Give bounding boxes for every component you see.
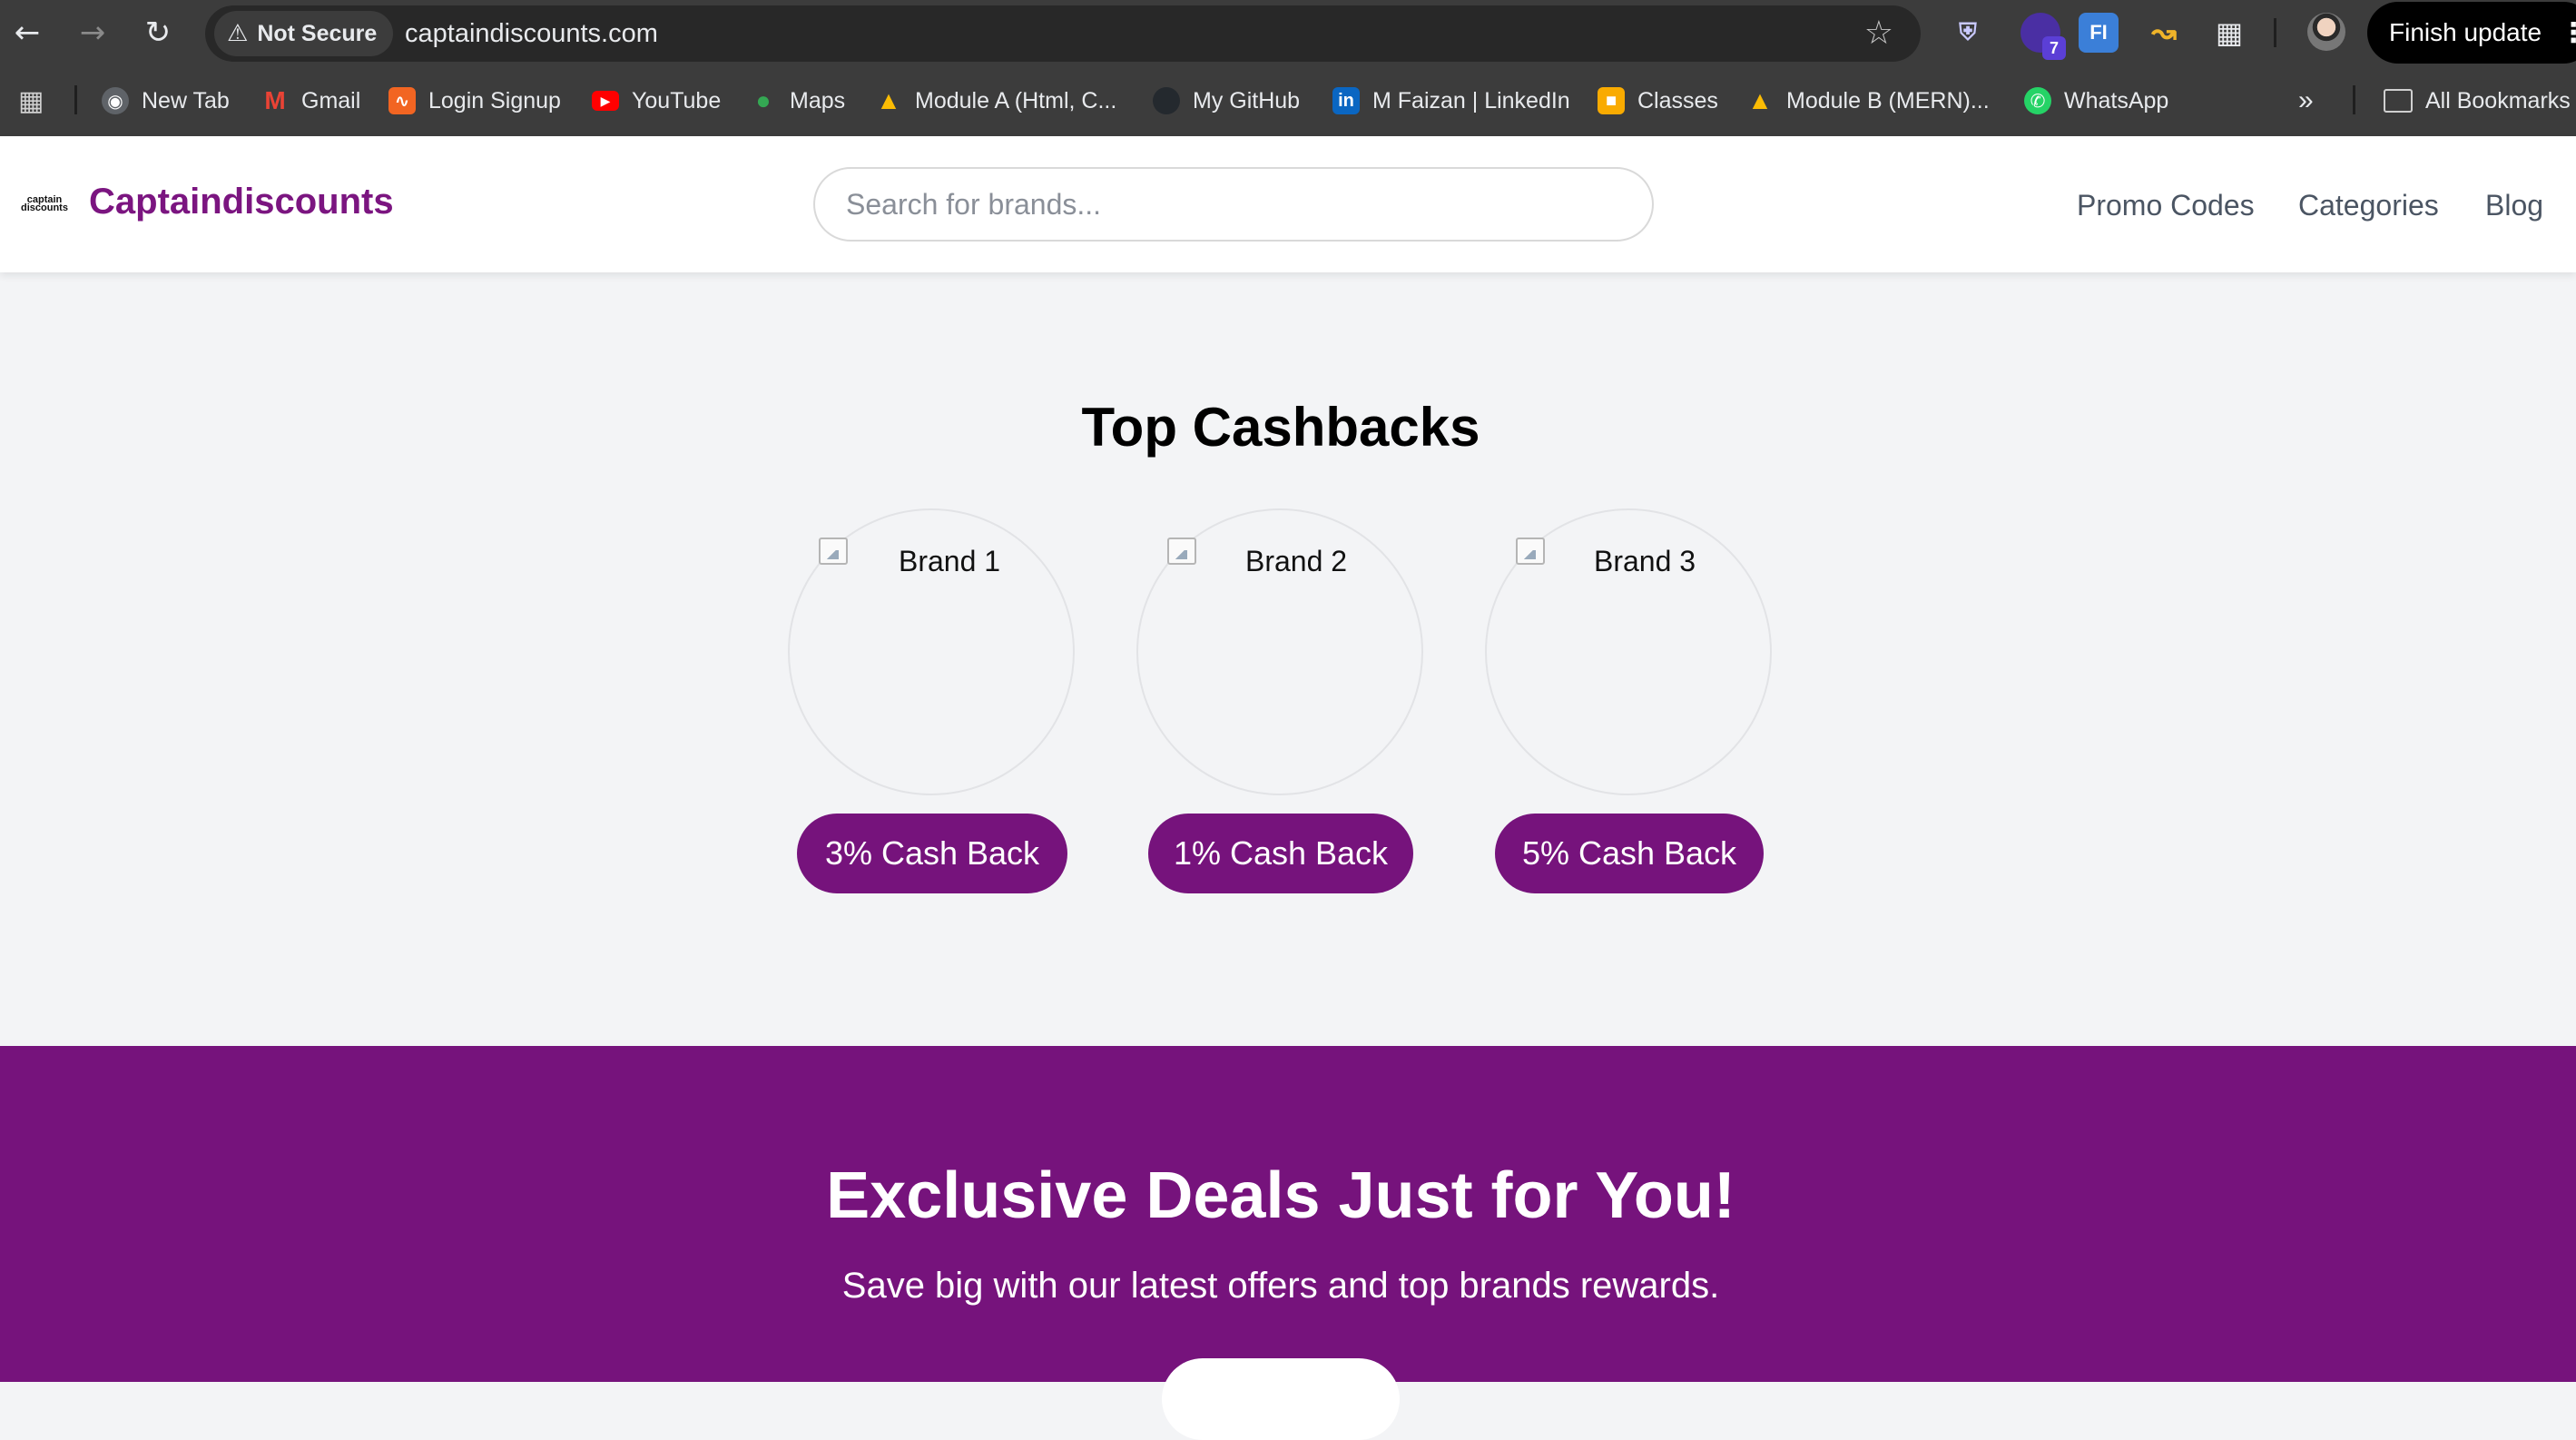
- bookmark-youtube[interactable]: ▶ YouTube: [592, 82, 721, 120]
- bookmark-label: WhatsApp: [2064, 87, 2169, 113]
- deals-title: Exclusive Deals Just for You!: [826, 1159, 1735, 1232]
- finish-update-button[interactable]: Finish update ⋮: [2367, 2, 2576, 64]
- bookmark-gmail[interactable]: M Gmail: [261, 82, 360, 120]
- logo-mark[interactable]: captain discounts: [16, 195, 73, 214]
- forward-icon[interactable]: →: [71, 11, 114, 54]
- cashback-button-1[interactable]: 3% Cash Back: [797, 814, 1067, 893]
- globe-icon: ◉: [102, 87, 129, 114]
- finish-update-label: Finish update: [2389, 18, 2542, 46]
- back-icon[interactable]: ←: [5, 11, 49, 54]
- brand-search-input[interactable]: [813, 167, 1654, 242]
- all-bookmarks-folder[interactable]: All Bookmarks: [2384, 82, 2571, 120]
- gmail-icon: M: [264, 86, 286, 114]
- bookmark-linkedin[interactable]: in M Faizan | LinkedIn: [1332, 82, 1570, 120]
- cashback-button-3[interactable]: 5% Cash Back: [1495, 814, 1764, 893]
- all-bookmarks-label: All Bookmarks: [2425, 87, 2571, 113]
- reload-icon[interactable]: ↻: [136, 11, 180, 54]
- bookmark-label: Maps: [790, 87, 846, 113]
- apps-grid-icon[interactable]: ▦: [18, 82, 44, 120]
- nav-promo-codes[interactable]: Promo Codes: [2077, 189, 2255, 222]
- classroom-icon: ■: [1598, 87, 1625, 114]
- bookmark-maps[interactable]: ● Maps: [750, 82, 846, 120]
- bookmark-label: M Faizan | LinkedIn: [1372, 87, 1570, 113]
- extension-count-badge: 7: [2042, 36, 2066, 60]
- bookmark-label: YouTube: [632, 87, 722, 113]
- deals-cta-button[interactable]: [1162, 1358, 1400, 1440]
- shield-extension-icon[interactable]: ⛨: [1948, 13, 1988, 53]
- bookmark-module-a[interactable]: ▲ Module A (Html, C...: [875, 82, 1116, 120]
- broken-image-icon: [1167, 538, 1196, 565]
- bookmarks-bar: ▦ ◉ New Tab M Gmail ∿ Login Signup ▶ You…: [0, 65, 2576, 136]
- bookmark-label: Classes: [1637, 87, 1718, 113]
- brand-image-alt: Brand 3: [1594, 545, 1696, 577]
- brand-image-alt: Brand 1: [899, 545, 1001, 577]
- extension-badge-icon[interactable]: 7: [2020, 13, 2066, 60]
- bookmark-whatsapp[interactable]: ✆ WhatsApp: [2024, 82, 2168, 120]
- security-chip[interactable]: ⚠ Not Secure: [214, 11, 394, 56]
- warning-icon: ⚠: [227, 20, 249, 47]
- address-bar[interactable]: ⚠ Not Secure captaindiscounts.com ☆: [205, 5, 1921, 62]
- more-bookmarks-icon[interactable]: »: [2298, 82, 2314, 120]
- bookmark-github[interactable]: My GitHub: [1153, 82, 1300, 120]
- bookmark-classes[interactable]: ■ Classes: [1598, 82, 1718, 120]
- profile-avatar[interactable]: [2307, 13, 2345, 51]
- exclusive-deals-section: Exclusive Deals Just for You! Save big w…: [0, 1046, 2576, 1440]
- brand-card-2[interactable]: Brand 2: [1136, 508, 1423, 795]
- github-icon: [1153, 87, 1180, 114]
- url-text[interactable]: captaindiscounts.com: [405, 19, 658, 49]
- extensions-puzzle-icon[interactable]: ▦: [2209, 13, 2249, 53]
- google-drive-icon: ▲: [1747, 86, 1773, 114]
- nav-categories[interactable]: Categories: [2298, 189, 2439, 222]
- google-drive-icon: ▲: [876, 86, 901, 114]
- bookmark-label: Login Signup: [428, 87, 561, 113]
- bookmark-label: New Tab: [142, 87, 230, 113]
- bookmark-login-signup[interactable]: ∿ Login Signup: [388, 82, 561, 120]
- cashback-button-2[interactable]: 1% Cash Back: [1148, 814, 1413, 893]
- linkedin-icon: in: [1332, 87, 1360, 114]
- bookmark-label: Module A (Html, C...: [915, 87, 1117, 113]
- deals-subtitle: Save big with our latest offers and top …: [841, 1266, 1720, 1306]
- bookmark-label: Module B (MERN)...: [1786, 87, 1990, 113]
- browser-chrome: ← → ↻ ⚠ Not Secure captaindiscounts.com …: [0, 0, 2576, 136]
- bookmark-star-icon[interactable]: ☆: [1864, 15, 1893, 52]
- nav-blog[interactable]: Blog: [2485, 189, 2543, 222]
- bookmark-label: My GitHub: [1193, 87, 1301, 113]
- lightning-extension-icon[interactable]: ↝: [2144, 13, 2184, 53]
- broken-image-icon: [819, 538, 848, 565]
- bookmark-label: Gmail: [301, 87, 361, 113]
- security-label: Not Secure: [257, 20, 378, 46]
- bookmarks-divider: [2353, 85, 2355, 114]
- section-title: Top Cashbacks: [1081, 397, 1480, 458]
- toolbar-divider: [2274, 18, 2276, 47]
- browser-toolbar: ← → ↻ ⚠ Not Secure captaindiscounts.com …: [0, 0, 2576, 65]
- maps-icon: ●: [755, 86, 772, 114]
- bookmarks-divider: [74, 85, 77, 114]
- brand-image-alt: Brand 2: [1245, 545, 1348, 577]
- site-logo-text[interactable]: Captaindiscounts: [89, 182, 394, 222]
- folder-icon: [2384, 89, 2413, 113]
- whatsapp-icon: ✆: [2024, 87, 2051, 114]
- brand-card-1[interactable]: Brand 1: [788, 508, 1075, 795]
- fi-extension-icon[interactable]: FI: [2079, 13, 2119, 53]
- more-menu-icon[interactable]: ⋮: [2560, 17, 2576, 49]
- bookmark-module-b[interactable]: ▲ Module B (MERN)...: [1746, 82, 1990, 120]
- bookmark-new-tab[interactable]: ◉ New Tab: [102, 82, 230, 120]
- youtube-icon: ▶: [592, 91, 619, 111]
- brand-card-3[interactable]: Brand 3: [1485, 508, 1772, 795]
- site-header: captain discounts Captaindiscounts Promo…: [0, 136, 2576, 272]
- broken-image-icon: [1516, 538, 1545, 565]
- login-signup-icon: ∿: [388, 87, 416, 114]
